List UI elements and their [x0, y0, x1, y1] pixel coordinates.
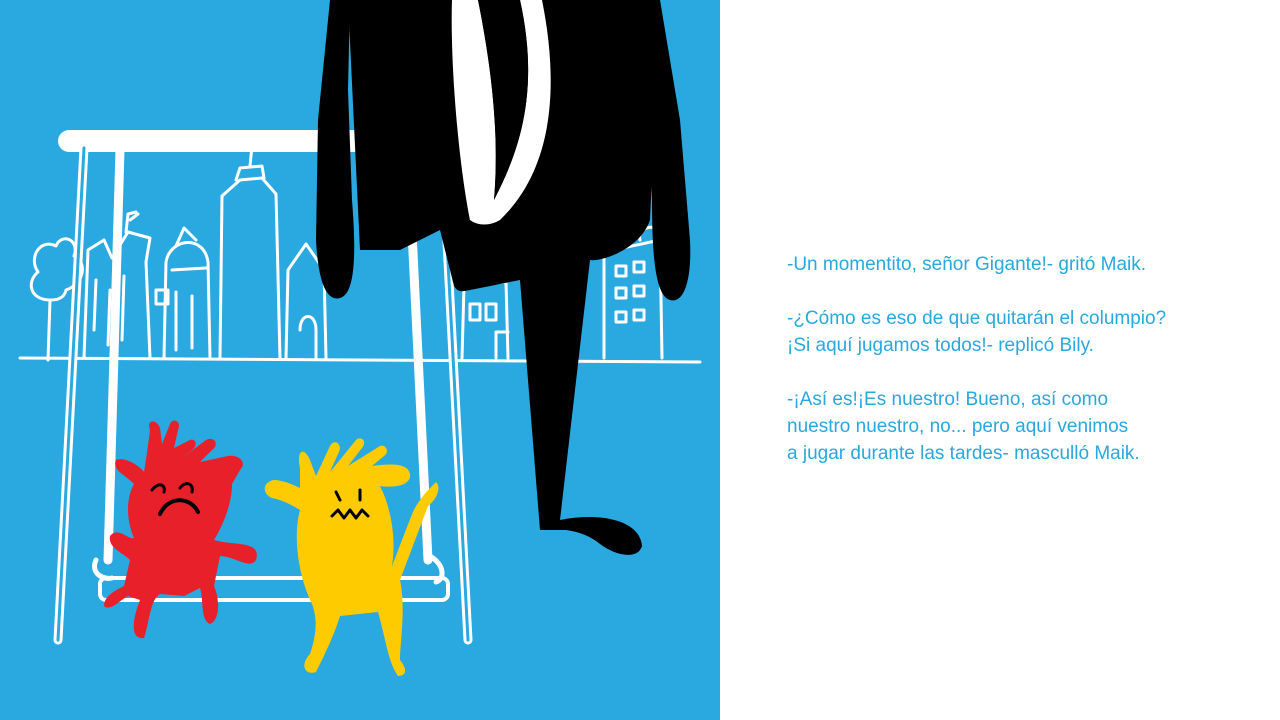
story-illustration [0, 0, 720, 720]
story-line: ¡Si aquí jugamos todos!- replicó Bily. [787, 335, 1094, 356]
story-paragraph: -¿Cómo es eso de que quitarán el columpi… [787, 305, 1247, 359]
story-line: -¿Cómo es eso de que quitarán el columpi… [787, 308, 1167, 329]
story-line: -¡Así es!¡Es nuestro! Bueno, así como [787, 389, 1109, 410]
story-text: -Un momentito, señor Gigante!- gritó Mai… [787, 251, 1247, 494]
story-line: -Un momentito, señor Gigante!- gritó Mai… [787, 254, 1147, 275]
story-line: a jugar durante las tardes- masculló Mai… [787, 443, 1140, 464]
story-paragraph: -Un momentito, señor Gigante!- gritó Mai… [787, 251, 1247, 278]
story-paragraph: -¡Así es!¡Es nuestro! Bueno, así como nu… [787, 386, 1247, 467]
story-line: nuestro nuestro, no... pero aquí venimos [787, 416, 1129, 437]
